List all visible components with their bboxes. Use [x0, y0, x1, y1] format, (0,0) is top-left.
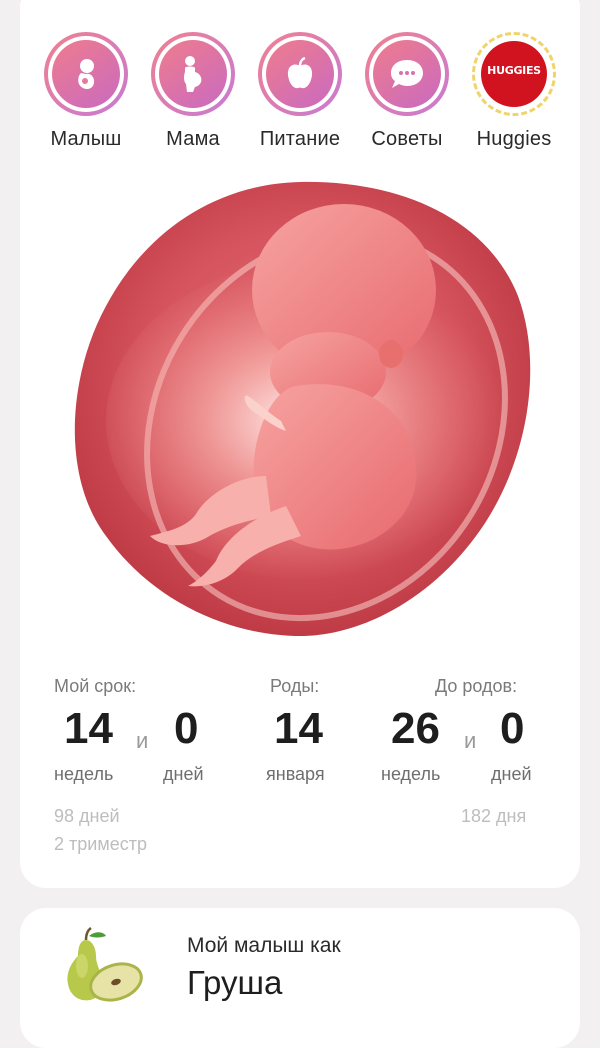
my-term-label: Мой срок: [54, 676, 137, 696]
until-total-days: 182 дня [461, 806, 527, 826]
category-mom[interactable]: Мама [143, 32, 243, 151]
category-label: Мама [166, 128, 220, 150]
term-days-unit: дней [163, 764, 204, 784]
category-label: Советы [371, 128, 443, 150]
until-weeks-value: 26 [391, 704, 440, 753]
term-weeks-value: 14 [64, 704, 113, 753]
birth-day-value: 14 [274, 704, 323, 753]
term-weeks-unit: недель [54, 764, 114, 784]
category-huggies[interactable]: HUGGIES Huggies [464, 32, 564, 151]
category-ring [365, 32, 449, 116]
category-ring [151, 32, 235, 116]
category-label: Питание [259, 128, 341, 150]
chat-bubble-icon [391, 60, 423, 88]
category-nutrition[interactable]: Питание [250, 32, 350, 151]
birth-month: января [266, 764, 325, 784]
until-days-value: 0 [500, 704, 525, 753]
category-ring [44, 32, 128, 116]
until-connector: и [464, 728, 477, 753]
category-label: Малыш [50, 128, 122, 150]
pregnant-woman-icon [184, 56, 202, 92]
pear-icon [67, 926, 143, 1002]
category-ring: HUGGIES [472, 32, 556, 116]
baby-size-caption: Мой малыш как [187, 934, 341, 957]
until-weeks-unit: недель [381, 764, 441, 784]
until-birth-label: До родов: [435, 676, 518, 696]
term-labels: Мой срок: Роды: До родов: [0, 676, 600, 700]
fetus-icon [78, 59, 95, 90]
fetus-illustration [74, 181, 531, 637]
birth-label: Роды: [270, 676, 320, 696]
trimester: 2 триместр [54, 834, 147, 854]
baby-size-fruit: Груша [187, 964, 283, 1001]
apple-icon [287, 56, 313, 89]
category-ring [258, 32, 342, 116]
term-total-days: 98 дней [54, 806, 120, 826]
category-tips[interactable]: Советы [357, 32, 457, 151]
until-days-unit: дней [491, 764, 532, 784]
huggies-logo: HUGGIES [481, 41, 547, 107]
term-days-value: 0 [174, 704, 199, 753]
category-row: Малыш Мама Питание Советы HUGGIES Huggie… [0, 32, 600, 152]
category-label: Huggies [476, 128, 552, 150]
term-connector: и [136, 728, 149, 753]
category-baby[interactable]: Малыш [36, 32, 136, 151]
